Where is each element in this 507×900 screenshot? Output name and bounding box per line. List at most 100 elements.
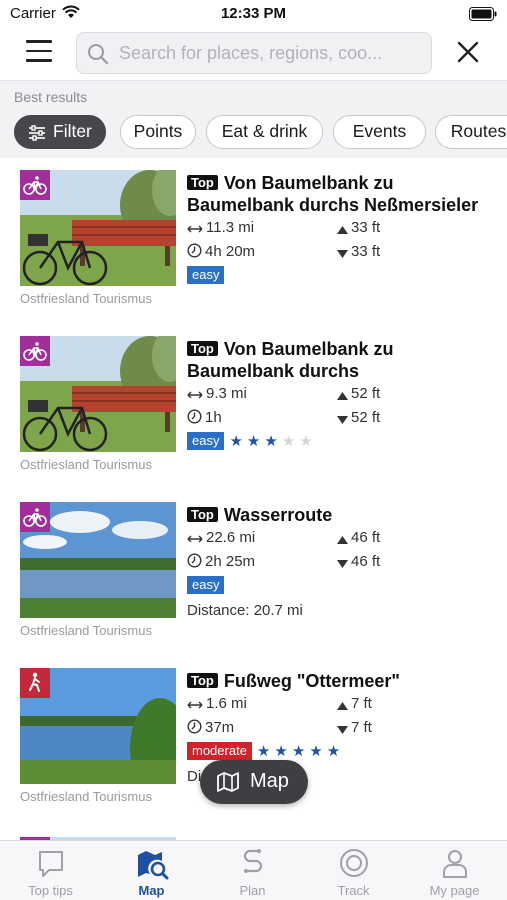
tour-ascent: 33 ft (351, 219, 381, 236)
tour-ascent: 52 ft (351, 385, 381, 402)
hike-category-badge (20, 668, 50, 698)
tour-duration: 4h 20m (205, 243, 256, 260)
top-badge: Top (187, 507, 218, 522)
hiker-icon (20, 668, 50, 698)
stat-row-duration: 2h 25m 46 ft (187, 550, 497, 574)
star-filled-icon: ★ (246, 433, 265, 450)
tour-distance: 9.3 mi (206, 385, 247, 402)
tour-duration: 1h (205, 409, 222, 426)
top-badge: Top (187, 341, 218, 356)
tour-descent: 7 ft (351, 719, 372, 736)
chip-routes[interactable]: Routes (435, 115, 507, 149)
stat-row-distance: 22.6 mi 46 ft (187, 526, 497, 550)
search-header (0, 30, 507, 78)
tour-info: Top Wasserroute 22.6 mi 46 ft 2h 25m 46 f… (187, 504, 497, 619)
stat-row-distance: 9.3 mi 52 ft (187, 382, 497, 406)
bike-icon (20, 170, 50, 200)
star-filled-icon: ★ (274, 743, 292, 760)
stat-row-duration: 37m 7 ft (187, 716, 497, 740)
status-bar: Carrier 12:33 PM (0, 0, 507, 30)
distance-icon (187, 701, 203, 709)
ascent-icon (337, 536, 348, 544)
tab-label: Top tips (28, 883, 73, 898)
difficulty-badge: moderate (187, 742, 252, 760)
tour-photo (20, 502, 176, 618)
photo-credit: Ostfriesland Tourismus (20, 291, 152, 306)
route-distance: Distance: 20.7 mi (187, 602, 303, 619)
tour-photo (20, 170, 176, 286)
folded-map-icon (217, 772, 239, 792)
close-button[interactable] (456, 40, 482, 66)
distance-icon (187, 225, 203, 233)
ascent-icon (337, 702, 348, 710)
menu-button[interactable] (24, 40, 54, 66)
tab-map[interactable]: Map (101, 841, 202, 900)
difficulty-badge: easy (187, 266, 225, 284)
descent-icon (337, 250, 348, 258)
difficulty-row: easy ★★★★★ (187, 432, 497, 454)
ascent-icon (337, 226, 348, 234)
difficulty-badge: easy (187, 576, 225, 594)
tab-label: Track (337, 883, 370, 898)
tour-photo (20, 336, 176, 452)
difficulty-row: easy (187, 576, 497, 598)
tour-title-text: Von Baumelbank zu Baumelbank durchs Neßm… (187, 173, 479, 215)
bike-icon (20, 336, 50, 366)
search-box[interactable] (76, 32, 432, 74)
track-record-icon (340, 849, 368, 877)
top-badge: Top (187, 175, 218, 190)
tour-title-text: Fußweg "Ottermeer" (223, 671, 400, 691)
route-plan-icon (243, 849, 263, 873)
tour-photo (20, 668, 176, 784)
tour-info: Top Von Baumelbank zu Baumelbank durchs N… (187, 172, 497, 288)
map-button[interactable]: Map (200, 760, 308, 804)
tab-label: Plan (239, 883, 266, 898)
tab-my-page[interactable]: My page (404, 841, 505, 900)
star-filled-icon: ★ (326, 743, 345, 760)
tour-title: Top Wasserroute (187, 504, 497, 526)
photo-credit: Ostfriesland Tourismus (20, 789, 152, 804)
descent-icon (337, 416, 348, 424)
clock-icon (187, 553, 202, 568)
best-results-label: Best results (14, 89, 88, 105)
close-icon (457, 41, 479, 63)
results-header: Best results Filter Points Eat & drink E… (0, 80, 507, 158)
bike-category-badge (20, 336, 50, 366)
tour-distance: 11.3 mi (206, 219, 255, 236)
tour-title: Top Fußweg "Ottermeer" (187, 670, 497, 692)
tour-card[interactable]: Ostfriesland Tourismus Top Wasserroute 22… (0, 490, 507, 656)
chip-eat-drink[interactable]: Eat & drink (206, 115, 323, 149)
tab-top-tips[interactable]: Top tips (0, 841, 101, 900)
tab-plan[interactable]: Plan (202, 841, 303, 900)
tour-duration: 37m (205, 719, 235, 736)
difficulty-badge: easy (187, 432, 225, 450)
chip-points[interactable]: Points (120, 115, 196, 149)
tour-descent: 46 ft (351, 553, 381, 570)
search-input[interactable] (119, 37, 425, 69)
stat-row-distance: 1.6 mi 7 ft (187, 692, 497, 716)
stat-row-duration: 1h 52 ft (187, 406, 497, 430)
tab-label: My page (429, 883, 480, 898)
photo-credit: Ostfriesland Tourismus (20, 457, 152, 472)
tour-card[interactable]: Ostfriesland Tourismus Top Von Baumelbank… (0, 324, 507, 490)
top-badge: Top (187, 673, 218, 688)
filter-chip-row: Filter Points Eat & drink Events Routes (14, 115, 507, 151)
chip-events[interactable]: Events (333, 115, 426, 149)
tour-ascent: 7 ft (351, 695, 372, 712)
bike-icon (20, 502, 50, 532)
clock-icon (187, 243, 202, 258)
star-rating: ★★★★★ (257, 742, 344, 760)
filter-chip[interactable]: Filter (14, 115, 106, 149)
clock: 12:33 PM (220, 5, 287, 22)
descent-icon (337, 726, 348, 734)
distance-icon (187, 391, 203, 399)
map-search-icon (138, 851, 169, 880)
sliders-icon (29, 125, 45, 141)
results-list: Ostfriesland Tourismus Top Von Baumelbank… (0, 158, 507, 840)
tab-track[interactable]: Track (303, 841, 404, 900)
star-rating: ★★★★★ (229, 432, 316, 450)
star-filled-icon: ★ (291, 743, 310, 760)
tab-label: Map (138, 883, 165, 898)
tour-card[interactable]: Ostfriesland Tourismus Top Von Baumelbank… (0, 158, 507, 324)
photo-credit: Ostfriesland Tourismus (20, 623, 152, 638)
